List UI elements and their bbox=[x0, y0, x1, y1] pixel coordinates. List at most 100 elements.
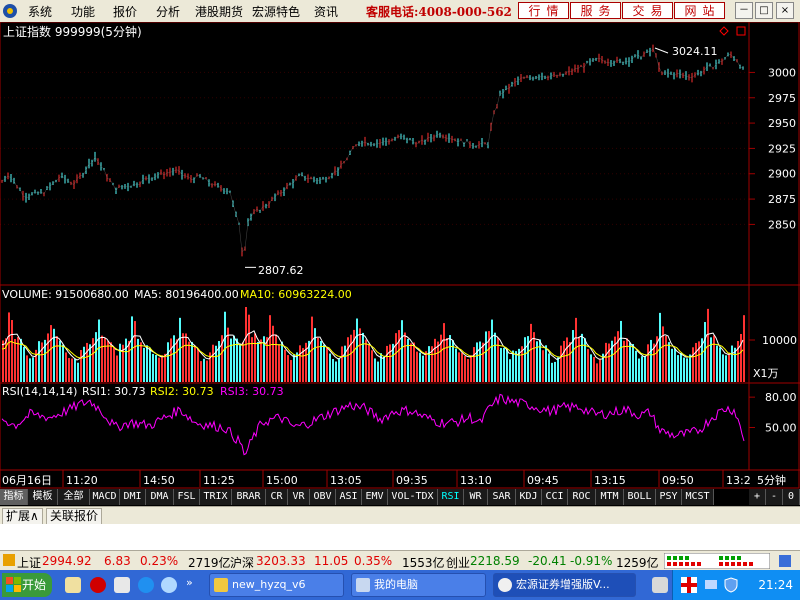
menu-news[interactable]: 资讯 bbox=[314, 3, 338, 20]
volume-bar bbox=[65, 352, 67, 382]
task-my-computer[interactable]: 我的电脑 bbox=[351, 573, 486, 597]
menu-hongyuan[interactable]: 宏源特色 bbox=[252, 3, 300, 20]
volume-bar bbox=[170, 338, 172, 382]
indicator-tab-obv[interactable]: OBV bbox=[310, 489, 336, 505]
volume-bar bbox=[110, 342, 112, 382]
indicator-tab-cr[interactable]: CR bbox=[266, 489, 288, 505]
indicator-tab-trix[interactable]: TRIX bbox=[200, 489, 232, 505]
volume-bar bbox=[377, 361, 379, 382]
indicator-tab-roc[interactable]: ROC bbox=[568, 489, 596, 505]
volume-bar bbox=[368, 343, 370, 382]
indicator-tab-rsi[interactable]: RSI bbox=[438, 489, 464, 505]
price-tick-label: 2925 bbox=[768, 142, 796, 155]
quicklaunch-media-icon[interactable] bbox=[161, 577, 177, 593]
indicator-tab-brar[interactable]: BRAR bbox=[232, 489, 266, 505]
menu-hk-futures[interactable]: 港股期货 bbox=[195, 3, 243, 20]
volume-bar bbox=[254, 333, 256, 382]
task-my-computer-label: 我的电脑 bbox=[374, 578, 418, 591]
indicator-tab-1[interactable]: 模板 bbox=[28, 489, 58, 505]
volume-bar bbox=[68, 358, 70, 382]
volume-bar bbox=[473, 347, 475, 382]
volume-ma10-label: MA10: 60963224.00 bbox=[240, 288, 352, 301]
volume-bar bbox=[338, 358, 340, 382]
volume-bar bbox=[629, 342, 631, 382]
indicator-tab-wr[interactable]: WR bbox=[464, 489, 488, 505]
volume-bar bbox=[101, 335, 103, 382]
volume-bar bbox=[719, 347, 721, 382]
volume-bar bbox=[23, 346, 25, 382]
website-button[interactable]: 网站 bbox=[674, 2, 725, 19]
tab-control-0[interactable]: + bbox=[749, 489, 766, 505]
sh-change: 6.83 bbox=[104, 554, 131, 568]
volume-bar bbox=[617, 331, 619, 382]
network-icon[interactable] bbox=[703, 577, 719, 593]
volume-bar bbox=[668, 342, 670, 382]
volume-bar bbox=[47, 333, 49, 382]
expand-tab[interactable]: 扩展∧ bbox=[2, 508, 43, 525]
service-button[interactable]: 服务 bbox=[570, 2, 621, 19]
flag-icon[interactable] bbox=[681, 577, 697, 593]
menu-quote[interactable]: 报价 bbox=[113, 3, 137, 20]
indicator-tab-asi[interactable]: ASI bbox=[336, 489, 362, 505]
quicklaunch-desktop-icon[interactable] bbox=[65, 577, 81, 593]
market-button[interactable]: 行情 bbox=[518, 2, 569, 19]
volume-bar bbox=[674, 348, 676, 382]
quicklaunch-window-icon[interactable] bbox=[114, 577, 130, 593]
volume-bar bbox=[29, 358, 31, 382]
trade-button[interactable]: 交易 bbox=[622, 2, 673, 19]
volume-bar bbox=[455, 348, 457, 382]
menu-analysis[interactable]: 分析 bbox=[156, 3, 180, 20]
close-button[interactable]: × bbox=[776, 2, 794, 19]
indicator-tab-kdj[interactable]: KDJ bbox=[516, 489, 542, 505]
task-new-hyzq-label: new_hyzq_v6 bbox=[232, 578, 306, 591]
volume-bar bbox=[152, 353, 154, 382]
volume-bar bbox=[569, 342, 571, 382]
volume-bar bbox=[191, 341, 193, 382]
keyboard-icon[interactable] bbox=[652, 577, 668, 593]
indicator-tab-mtm[interactable]: MTM bbox=[596, 489, 624, 505]
indicator-tab-macd[interactable]: MACD bbox=[90, 489, 120, 505]
task-hongyuan[interactable]: 宏源证券增强版V... bbox=[493, 573, 636, 597]
volume-bar bbox=[95, 332, 97, 382]
indicator-tab-fsl[interactable]: FSL bbox=[174, 489, 200, 505]
price-tick-label: 2850 bbox=[768, 218, 796, 231]
volume-bar bbox=[119, 343, 121, 382]
volume-bar bbox=[620, 320, 622, 382]
quicklaunch-more-icon[interactable]: » bbox=[186, 576, 193, 589]
indicator-tab-mcst[interactable]: MCST bbox=[682, 489, 714, 505]
indicator-tab-psy[interactable]: PSY bbox=[656, 489, 682, 505]
related-quote-tab[interactable]: 关联报价 bbox=[46, 508, 103, 525]
indicator-tab-0[interactable]: 指标 bbox=[0, 489, 28, 505]
quicklaunch-ie-icon[interactable] bbox=[138, 577, 154, 593]
indicator-tab-cci[interactable]: CCI bbox=[542, 489, 568, 505]
minimize-button[interactable]: － bbox=[735, 2, 753, 19]
indicator-tab-sar[interactable]: SAR bbox=[488, 489, 516, 505]
volume-bar bbox=[203, 358, 205, 382]
start-button[interactable]: 开始 bbox=[2, 573, 52, 597]
indicator-tab-dma[interactable]: DMA bbox=[146, 489, 174, 505]
chart-title: 上证指数 999999(5分钟) bbox=[3, 24, 142, 39]
quicklaunch-app-icon[interactable] bbox=[90, 577, 106, 593]
indicator-tab-boll[interactable]: BOLL bbox=[624, 489, 656, 505]
indicator-tab-2[interactable]: 全部 bbox=[58, 489, 90, 505]
indicator-tab-emv[interactable]: EMV bbox=[362, 489, 388, 505]
stock-chart[interactable]: 3000 2975 2950 2925 2900 2875 2850 10000 80.00… bbox=[0, 21, 800, 489]
volume-bar bbox=[206, 360, 208, 382]
volume-bar bbox=[323, 344, 325, 382]
shield-icon[interactable] bbox=[723, 577, 739, 593]
x-tick-label: 06月16日 bbox=[2, 474, 52, 487]
volume-bar bbox=[329, 353, 331, 382]
tab-control-2[interactable]: 0 bbox=[783, 489, 800, 505]
price-tick-label: 2975 bbox=[768, 92, 796, 105]
tab-control-1[interactable]: - bbox=[766, 489, 783, 505]
menu-function[interactable]: 功能 bbox=[71, 3, 95, 20]
indicator-tab-voltdx[interactable]: VOL-TDX bbox=[388, 489, 438, 505]
volume-bar bbox=[317, 337, 319, 382]
volume-bar bbox=[557, 357, 559, 382]
high-label: 3024.11 bbox=[672, 45, 718, 58]
task-new-hyzq[interactable]: new_hyzq_v6 bbox=[209, 573, 344, 597]
indicator-tab-dmi[interactable]: DMI bbox=[120, 489, 146, 505]
restore-button[interactable]: □ bbox=[755, 2, 773, 19]
menu-system[interactable]: 系统 bbox=[28, 3, 52, 20]
indicator-tab-vr[interactable]: VR bbox=[288, 489, 310, 505]
